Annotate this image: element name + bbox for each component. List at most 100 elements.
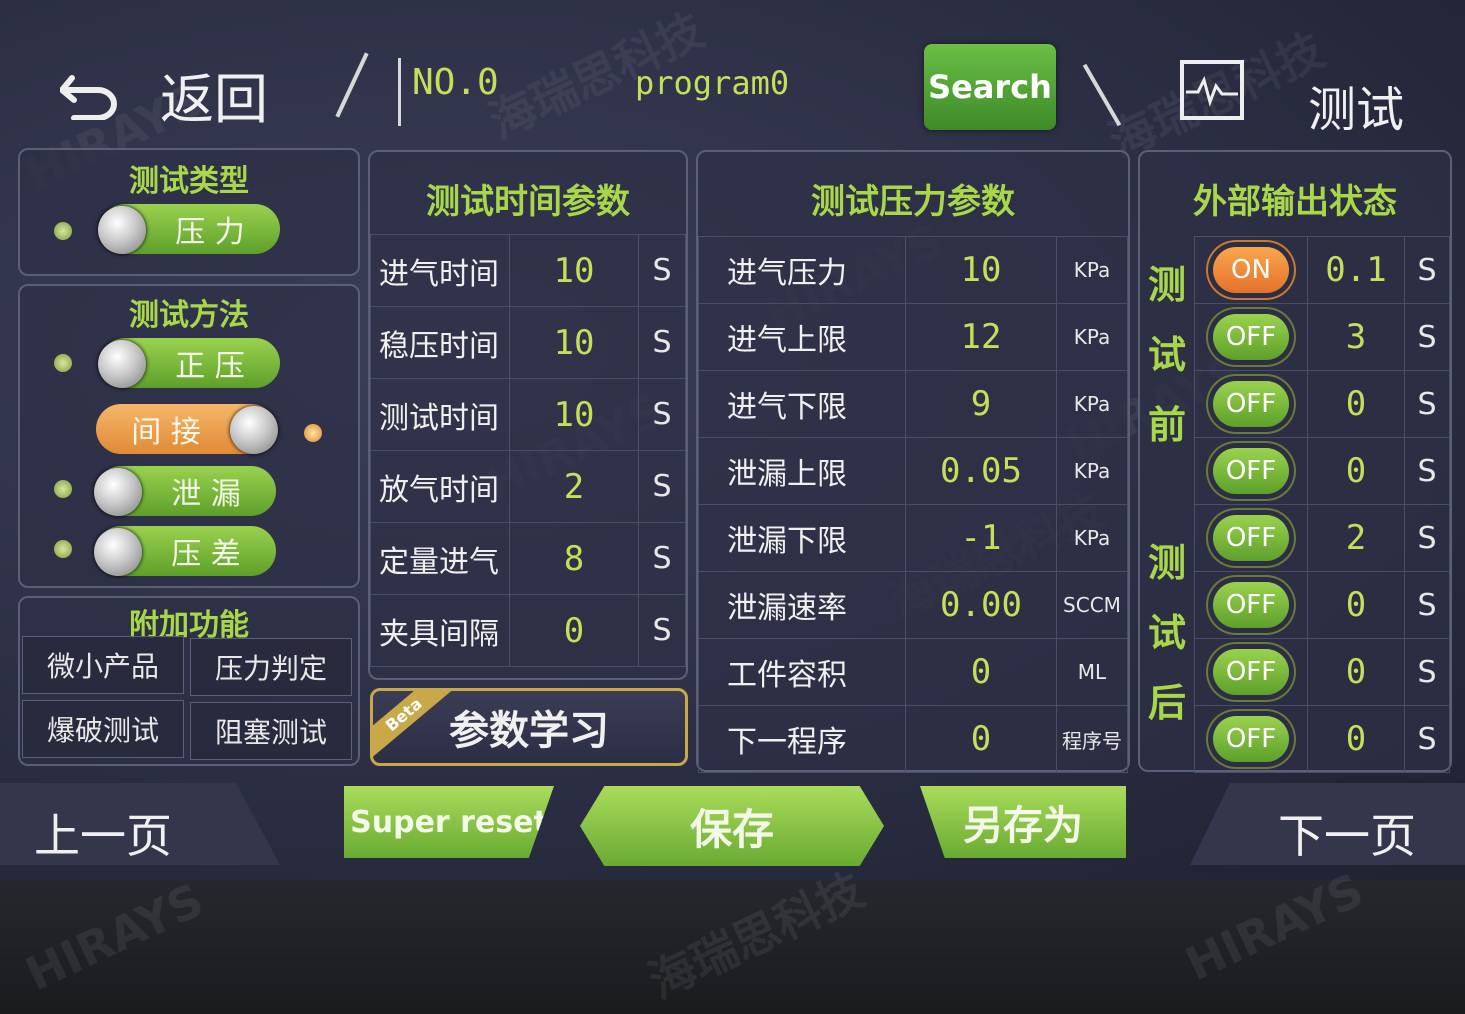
blockage-test-button[interactable]: 阻塞测试	[190, 702, 352, 760]
param-value-input[interactable]: -1	[905, 504, 1057, 572]
param-label: 泄漏速率	[698, 571, 906, 639]
param-value-input[interactable]: 0.05	[905, 437, 1057, 505]
output-toggle[interactable]: OFF	[1213, 314, 1289, 360]
pressure-param-row: 泄漏下限 -1 KPa	[698, 504, 1128, 572]
param-value-input[interactable]: 0	[905, 705, 1057, 773]
next-page-button[interactable]: 下一页	[1278, 800, 1416, 866]
output-unit: S	[1404, 370, 1450, 438]
return-arrow-icon	[60, 74, 117, 120]
program-number: NO.0	[412, 62, 499, 103]
param-value-input[interactable]: 10	[509, 306, 639, 379]
test-button[interactable]: 测试	[1308, 70, 1404, 140]
param-label: 泄漏上限	[698, 437, 906, 505]
test-type-label: 压 力	[175, 215, 245, 250]
param-label: 进气下限	[698, 370, 906, 438]
indicator-led	[304, 424, 322, 442]
param-unit: ML	[1056, 638, 1128, 706]
output-delay-input[interactable]: 0	[1307, 638, 1405, 706]
output-delay-input[interactable]: 0	[1307, 705, 1405, 773]
search-button[interactable]: Search	[924, 44, 1056, 130]
param-label: 进气压力	[698, 236, 906, 304]
param-label: 工件容积	[698, 638, 906, 706]
param-learn-label: 参数学习	[449, 708, 609, 754]
output-delay-input[interactable]: 0	[1307, 571, 1405, 639]
output-delay-input[interactable]: 0	[1307, 370, 1405, 438]
output-state-table: ON 0.1 S OFF 3 S OFF 0 S OFF 0 S OFF 2 S OFF 0 S OFF 0 S OFF 0…	[1194, 236, 1450, 773]
super-reset-button[interactable]: Super reset	[344, 786, 554, 858]
output-toggle[interactable]: OFF	[1213, 716, 1289, 762]
output-toggle[interactable]: OFF	[1213, 448, 1289, 494]
output-toggle[interactable]: OFF	[1213, 515, 1289, 561]
output-unit: S	[1404, 303, 1450, 371]
output-delay-input[interactable]: 2	[1307, 504, 1405, 572]
param-label: 下一程序	[698, 705, 906, 773]
param-value-input[interactable]: 9	[905, 370, 1057, 438]
prev-page-button[interactable]: 上一页	[34, 800, 172, 866]
output-unit: S	[1404, 638, 1450, 706]
param-value-input[interactable]: 10	[509, 234, 639, 307]
before-test-label: 测试前	[1147, 263, 1186, 447]
output-state-row: OFF 0 S	[1194, 705, 1450, 773]
top-bar: 返回 NO.0 program0 Search 测试	[0, 0, 1465, 140]
pressure-param-row: 工件容积 0 ML	[698, 638, 1128, 706]
param-value-input[interactable]: 8	[509, 522, 639, 595]
indicator-led	[54, 480, 72, 498]
param-value-input[interactable]: 0.00	[905, 571, 1057, 639]
test-type-title: 测试类型	[129, 164, 249, 199]
time-params-title: 测试时间参数	[426, 182, 630, 222]
program-name[interactable]: program0	[635, 64, 789, 102]
watermark: HIRAYS	[17, 872, 212, 1002]
param-value-input[interactable]: 2	[509, 450, 639, 523]
output-toggle[interactable]: OFF	[1213, 381, 1289, 427]
param-unit: KPa	[1056, 504, 1128, 572]
time-param-row: 定量进气 8 S	[370, 522, 686, 595]
param-label: 稳压时间	[370, 306, 510, 379]
param-value-input[interactable]: 0	[509, 594, 639, 667]
save-as-button[interactable]: 另存为	[920, 786, 1126, 858]
param-label: 放气时间	[370, 450, 510, 523]
beta-badge: Beta	[373, 691, 454, 760]
back-button[interactable]: 返回	[60, 55, 268, 134]
output-state-row: OFF 3 S	[1194, 303, 1450, 371]
param-unit: S	[638, 450, 686, 523]
divider	[1082, 63, 1122, 127]
time-params-table: 进气时间 10 S 稳压时间 10 S 测试时间 10 S 放气时间 2 S 定量进气 8 S 夹具间隔 0 S	[370, 234, 686, 667]
burst-test-button[interactable]: 爆破测试	[22, 700, 184, 758]
param-unit: S	[638, 306, 686, 379]
pressure-param-row: 进气压力 10 KPa	[698, 236, 1128, 304]
indicator-led	[54, 354, 72, 372]
method-label: 压 差	[171, 537, 241, 572]
pressure-param-row: 进气下限 9 KPa	[698, 370, 1128, 438]
param-value-input[interactable]: 0	[905, 638, 1057, 706]
output-toggle[interactable]: OFF	[1213, 582, 1289, 628]
param-learn-button[interactable]: Beta 参数学习	[370, 688, 688, 766]
param-unit: KPa	[1056, 437, 1128, 505]
time-param-row: 放气时间 2 S	[370, 450, 686, 523]
param-value-input[interactable]: 10	[509, 378, 639, 451]
param-value-input[interactable]: 12	[905, 303, 1057, 371]
small-product-button[interactable]: 微小产品	[22, 636, 184, 694]
output-delay-input[interactable]: 0	[1307, 437, 1405, 505]
output-toggle[interactable]: OFF	[1213, 649, 1289, 695]
param-label: 进气时间	[370, 234, 510, 307]
output-delay-input[interactable]: 0.1	[1307, 236, 1405, 304]
param-unit: KPa	[1056, 303, 1128, 371]
test-method-title: 测试方法	[129, 298, 249, 333]
divider	[335, 52, 369, 118]
after-test-label: 测试后	[1147, 541, 1186, 725]
output-unit: S	[1404, 705, 1450, 773]
pressure-judge-button[interactable]: 压力判定	[190, 638, 352, 696]
param-value-input[interactable]: 10	[905, 236, 1057, 304]
time-param-row: 测试时间 10 S	[370, 378, 686, 451]
param-unit: S	[638, 522, 686, 595]
waveform-icon[interactable]	[1180, 60, 1244, 120]
pressure-params-title: 测试压力参数	[811, 182, 1015, 222]
toggle-knob	[230, 406, 278, 454]
save-button[interactable]: 保存	[580, 786, 884, 866]
param-unit: SCCM	[1056, 571, 1128, 639]
hmi-screen: HIRAYS 海瑞思科技 HIRAYS 海瑞思科技 HIRAYS 海瑞思科技 H…	[0, 0, 1465, 880]
divider	[398, 58, 401, 126]
output-delay-input[interactable]: 3	[1307, 303, 1405, 371]
output-toggle[interactable]: ON	[1213, 247, 1289, 293]
back-label: 返回	[160, 68, 268, 131]
